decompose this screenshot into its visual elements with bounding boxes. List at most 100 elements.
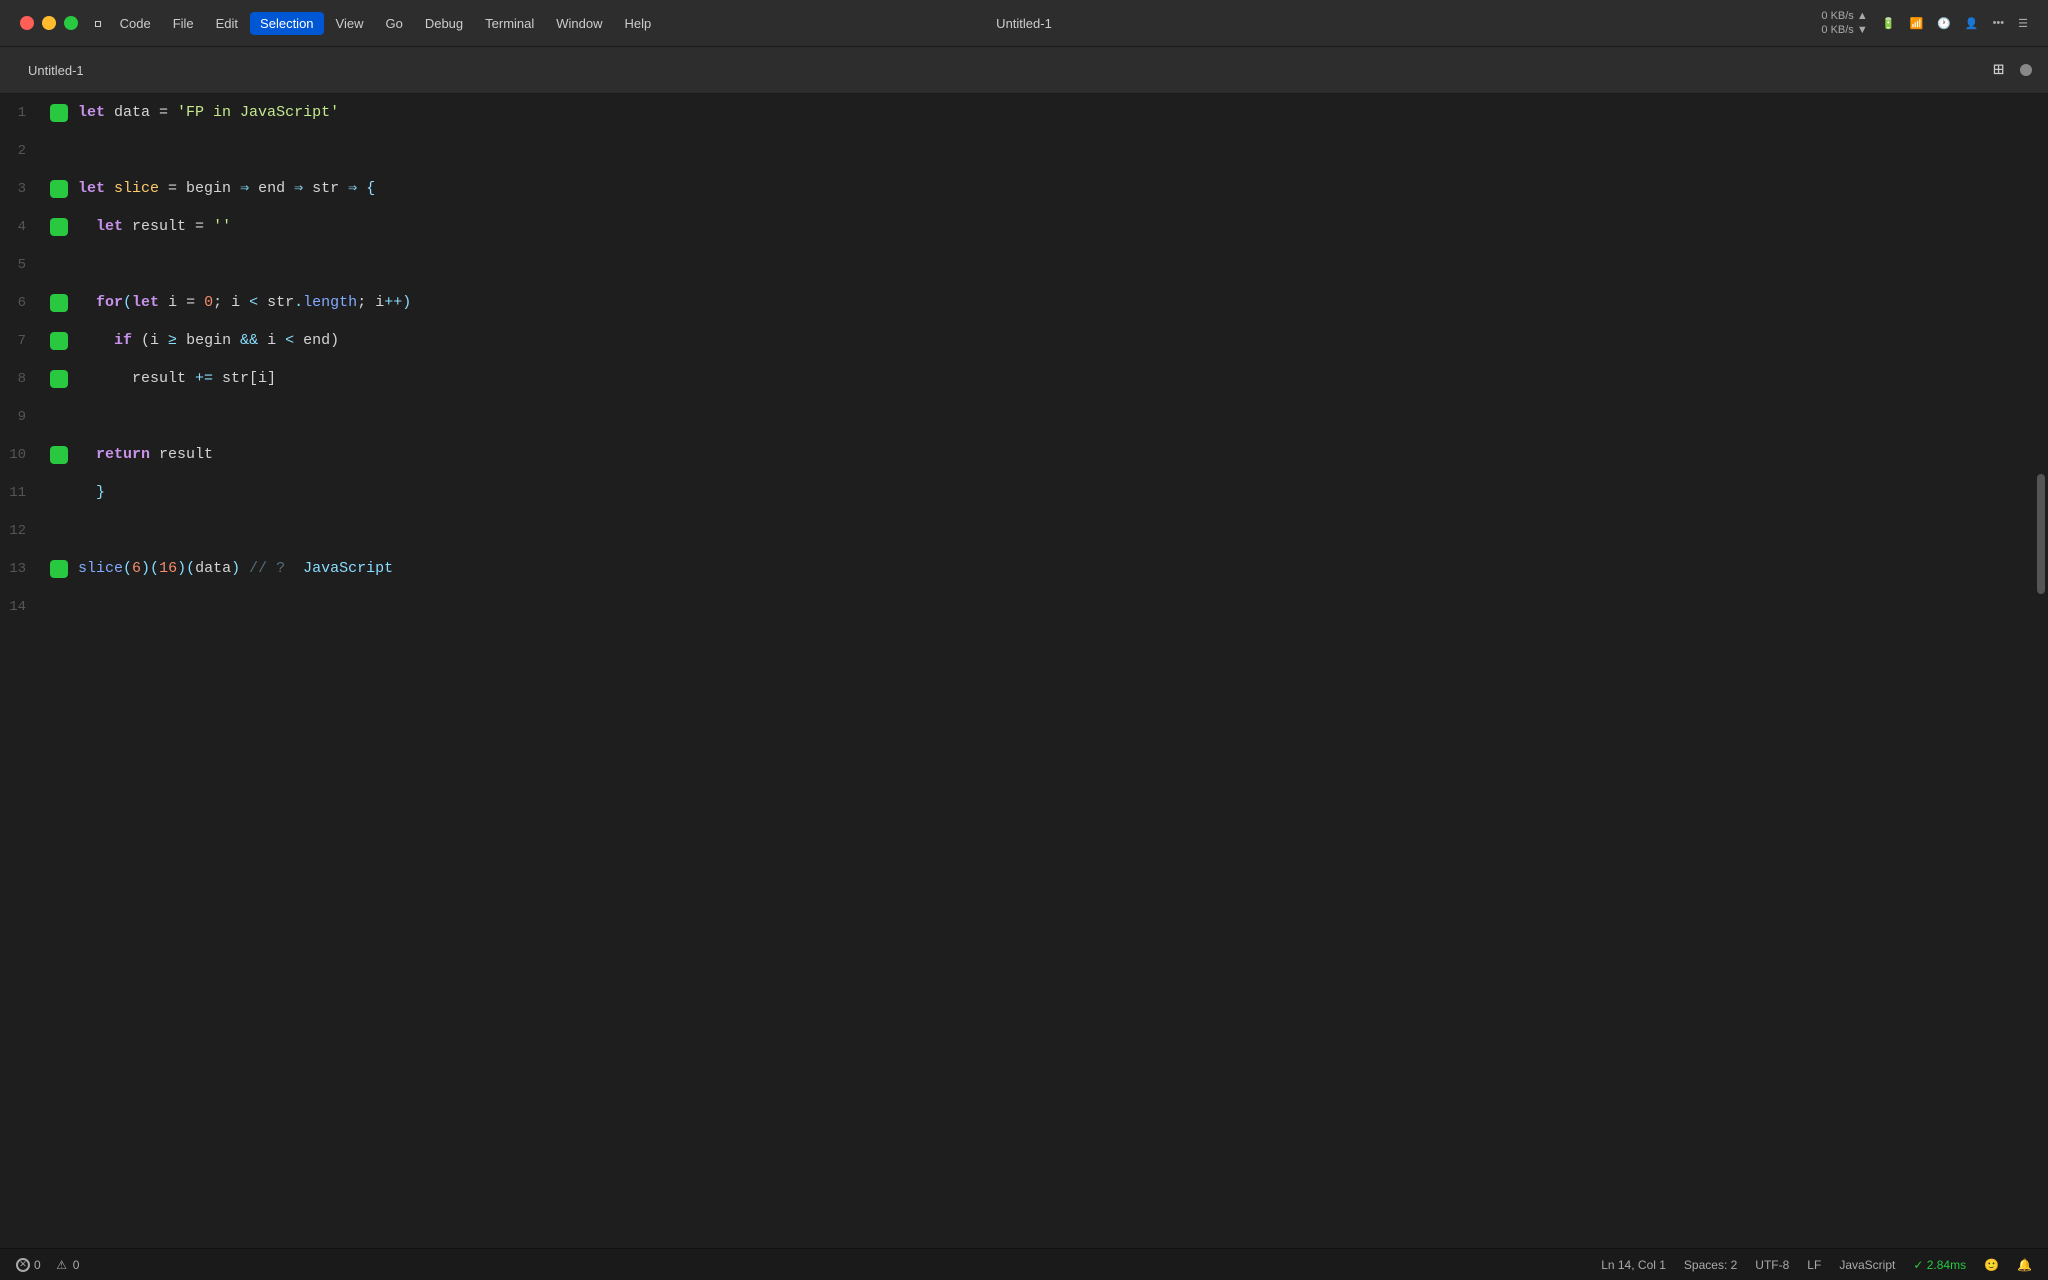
warning-number: 0 bbox=[73, 1258, 80, 1272]
menu-file[interactable]: File bbox=[163, 12, 204, 35]
code-content-13: slice(6)(16)(data) // ? JavaScript bbox=[78, 550, 393, 588]
code-content-4: let result = '' bbox=[78, 208, 231, 246]
indentation[interactable]: Spaces: 2 bbox=[1684, 1258, 1737, 1272]
code-content-11: } bbox=[78, 474, 105, 512]
breakpoint-2[interactable] bbox=[50, 142, 68, 160]
menu-help[interactable]: Help bbox=[615, 12, 662, 35]
code-line-12: 12 bbox=[0, 512, 2034, 550]
breakpoint-8[interactable] bbox=[50, 370, 68, 388]
error-number: 0 bbox=[34, 1258, 41, 1272]
traffic-lights bbox=[20, 16, 78, 30]
code-line-14: 14 bbox=[0, 588, 2034, 626]
line-number-4: 4 bbox=[0, 219, 50, 235]
menu-view[interactable]: View bbox=[326, 12, 374, 35]
language-mode[interactable]: JavaScript bbox=[1839, 1258, 1895, 1272]
breakpoint-7[interactable] bbox=[50, 332, 68, 350]
menu-edit[interactable]: Edit bbox=[206, 12, 248, 35]
menu-selection[interactable]: Selection bbox=[250, 12, 323, 35]
breakpoint-10[interactable] bbox=[50, 446, 68, 464]
code-line-9: 9 bbox=[0, 398, 2034, 436]
titlebar-left:  Code File Edit Selection View Go Debug… bbox=[20, 12, 661, 35]
scrollbar[interactable] bbox=[2034, 94, 2048, 1248]
code-content-8: result += str[i] bbox=[78, 360, 276, 398]
code-line-5: 5 bbox=[0, 246, 2034, 284]
warning-icon: ⚠ bbox=[55, 1258, 69, 1272]
breakpoint-9[interactable] bbox=[50, 408, 68, 426]
breakpoint-3[interactable] bbox=[50, 180, 68, 198]
scrollbar-thumb[interactable] bbox=[2037, 474, 2045, 594]
code-line-2: 2 bbox=[0, 132, 2034, 170]
window-title: Untitled-1 bbox=[996, 16, 1052, 31]
timing: ✓ 2.84ms bbox=[1913, 1258, 1966, 1272]
breakpoint-14[interactable] bbox=[50, 598, 68, 616]
smiley-icon[interactable]: 🙂 bbox=[1984, 1258, 1999, 1272]
menu-go[interactable]: Go bbox=[375, 12, 412, 35]
list-icon: ☰ bbox=[2018, 17, 2028, 30]
close-button[interactable] bbox=[20, 16, 34, 30]
menu-window[interactable]: Window bbox=[546, 12, 612, 35]
user-icon: 👤 bbox=[1965, 17, 1979, 30]
line-number-14: 14 bbox=[0, 599, 50, 615]
code-line-4: 4 let result = '' bbox=[0, 208, 2034, 246]
code-line-7: 7 if (i ≥ begin && i < end) bbox=[0, 322, 2034, 360]
line-ending[interactable]: LF bbox=[1807, 1258, 1821, 1272]
line-number-6: 6 bbox=[0, 295, 50, 311]
breakpoint-5[interactable] bbox=[50, 256, 68, 274]
error-icon: ✕ bbox=[16, 1258, 30, 1272]
menu-bar:  Code File Edit Selection View Go Debug… bbox=[94, 12, 661, 35]
line-number-7: 7 bbox=[0, 333, 50, 349]
line-number-1: 1 bbox=[0, 105, 50, 121]
battery-icon: 🔋 bbox=[1882, 17, 1896, 30]
line-number-5: 5 bbox=[0, 257, 50, 273]
breakpoint-1[interactable] bbox=[50, 104, 68, 122]
code-content-10: return result bbox=[78, 436, 213, 474]
code-line-11: 11 } bbox=[0, 474, 2034, 512]
code-line-3: 3let slice = begin ⇒ end ⇒ str ⇒ { bbox=[0, 170, 2034, 208]
breakpoint-4[interactable] bbox=[50, 218, 68, 236]
line-number-10: 10 bbox=[0, 447, 50, 463]
line-number-12: 12 bbox=[0, 523, 50, 539]
code-line-10: 10 return result bbox=[0, 436, 2034, 474]
editor: 1 let data = 'FP in JavaScript' 2 3let slic… bbox=[0, 94, 2048, 1248]
tabbar-right: ⊞ bbox=[1993, 59, 2032, 81]
menu-code[interactable]: Code bbox=[110, 12, 161, 35]
breakpoint-11[interactable] bbox=[50, 484, 68, 502]
code-content-1: let data = 'FP in JavaScript' bbox=[78, 94, 339, 132]
editor-content: 1 let data = 'FP in JavaScript' 2 3let slic… bbox=[0, 94, 2034, 1248]
unsaved-indicator bbox=[2020, 64, 2032, 76]
code-line-6: 6 for(let i = 0; i < str.length; i++) bbox=[0, 284, 2034, 322]
menu-terminal[interactable]: Terminal bbox=[475, 12, 544, 35]
statusbar-right: Ln 14, Col 1 Spaces: 2 UTF-8 LF JavaScri… bbox=[1601, 1258, 2032, 1272]
maximize-button[interactable] bbox=[64, 16, 78, 30]
statusbar-left: ✕ 0 ⚠ 0 bbox=[16, 1258, 79, 1272]
menu-debug[interactable]: Debug bbox=[415, 12, 473, 35]
line-number-11: 11 bbox=[0, 485, 50, 501]
code-content-7: if (i ≥ begin && i < end) bbox=[78, 322, 339, 360]
code-line-8: 8 result += str[i] bbox=[0, 360, 2034, 398]
warning-count[interactable]: ⚠ 0 bbox=[55, 1258, 80, 1272]
split-editor-icon[interactable]: ⊞ bbox=[1993, 59, 2004, 81]
breakpoint-12[interactable] bbox=[50, 522, 68, 540]
cursor-position[interactable]: Ln 14, Col 1 bbox=[1601, 1258, 1666, 1272]
code-content-3: let slice = begin ⇒ end ⇒ str ⇒ { bbox=[78, 170, 375, 208]
notification-icon[interactable]: 🔔 bbox=[2017, 1258, 2032, 1272]
encoding[interactable]: UTF-8 bbox=[1755, 1258, 1789, 1272]
breakpoint-13[interactable] bbox=[50, 560, 68, 578]
minimize-button[interactable] bbox=[42, 16, 56, 30]
breakpoint-6[interactable] bbox=[50, 294, 68, 312]
statusbar: ✕ 0 ⚠ 0 Ln 14, Col 1 Spaces: 2 UTF-8 LF … bbox=[0, 1248, 2048, 1280]
titlebar-right: 0 KB/s ▲0 KB/s ▼ 🔋 📶 🕐 👤 ••• ☰ bbox=[1821, 9, 2028, 38]
wifi-icon: 📶 bbox=[1909, 17, 1923, 30]
error-count[interactable]: ✕ 0 bbox=[16, 1258, 41, 1272]
code-line-1: 1 let data = 'FP in JavaScript' bbox=[0, 94, 2034, 132]
more-icon: ••• bbox=[1993, 17, 2005, 29]
file-tab[interactable]: Untitled-1 bbox=[16, 57, 96, 84]
lines-container: 1 let data = 'FP in JavaScript' 2 3let slic… bbox=[0, 94, 2034, 626]
line-number-13: 13 bbox=[0, 561, 50, 577]
network-status: 0 KB/s ▲0 KB/s ▼ bbox=[1821, 9, 1867, 38]
titlebar:  Code File Edit Selection View Go Debug… bbox=[0, 0, 2048, 47]
line-number-8: 8 bbox=[0, 371, 50, 387]
clock-icon: 🕐 bbox=[1937, 17, 1951, 30]
code-content-6: for(let i = 0; i < str.length; i++) bbox=[78, 284, 411, 322]
line-number-2: 2 bbox=[0, 143, 50, 159]
